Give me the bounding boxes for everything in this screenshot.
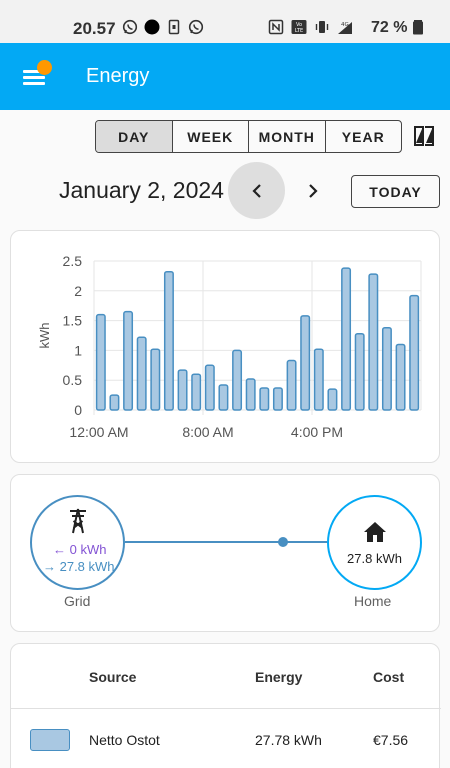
battery-icon [413,20,423,35]
grid-to-home-line [125,541,327,543]
home-node[interactable]: 27.8 kWh [327,495,422,590]
bar-hour-16 [313,348,324,411]
transmission-tower-icon [70,508,86,534]
period-year-button[interactable]: YEAR [326,121,402,152]
grid-label: Grid [64,593,91,609]
chevron-right-icon [309,184,318,198]
grid-import-value: ← 0 kWh [53,542,107,557]
y-tick-label: 1 [74,342,82,358]
bar-hour-12 [259,387,270,411]
y-tick-label: 0.5 [63,372,83,388]
page-title: Energy [86,65,150,87]
y-tick-label: 2.5 [63,253,83,269]
volte-icon: VoLTE [291,20,307,34]
grid-node[interactable]: ← 0 kWh → 27.8 kWh [30,495,125,590]
column-header-cost: Cost [373,669,405,685]
column-header-energy: Energy [255,669,303,685]
bar-hour-13 [272,387,283,411]
status-time: 20.57 [73,19,116,38]
bar-hour-3 [136,336,147,411]
bar-hour-7 [191,373,202,411]
home-consumption-value: 27.8 kWh [347,551,402,566]
whatsapp-icon [122,19,138,35]
nfc-icon [268,19,284,35]
vibrate-icon [315,21,329,33]
x-tick-label: 8:00 AM [182,424,233,440]
column-header-source: Source [89,669,137,685]
record-dot-icon [144,19,160,35]
bar-hour-0 [95,313,106,411]
source-color-swatch [30,729,70,751]
bar-hour-1 [109,394,120,411]
home-label: Home [354,593,392,609]
y-tick-label: 0 [74,402,82,418]
bar-hour-9 [218,384,229,411]
bar-hour-23 [409,294,420,411]
today-button[interactable]: TODAY [351,175,440,208]
bar-hour-4 [150,348,161,411]
notification-icons [122,19,204,35]
bar-hour-10 [232,349,243,411]
bar-hour-22 [395,343,406,411]
next-period-button[interactable] [294,172,332,210]
bar-hour-11 [245,378,256,411]
x-tick-label: 4:00 PM [291,424,343,440]
period-month-button[interactable]: MONTH [249,121,326,152]
chevron-left-icon [251,183,261,198]
bar-hour-8 [204,364,215,411]
svg-text:LTE: LTE [295,28,303,34]
bar-hour-18 [341,267,352,411]
notification-badge [37,60,52,75]
bar-hour-15 [300,315,311,411]
menu-button[interactable] [19,60,52,90]
previous-period-button[interactable] [228,162,285,219]
energy-flow-card: ← 0 kWh → 27.8 kWh Grid 27.8 kWh Home [10,474,440,632]
y-tick-label: 1.5 [63,313,83,329]
grid-export-value: → 27.8 kWh [43,559,115,574]
date-label: January 2, 2024 [59,177,224,203]
svg-text:4G: 4G [341,22,349,28]
whatsapp-icon [188,19,204,35]
system-icons: Vo LTE 4G [268,19,423,35]
y-tick-label: 2 [74,283,82,299]
compare-icon[interactable] [412,124,436,148]
x-tick-label: 12:00 AM [69,424,128,440]
sim-icon [168,19,180,35]
bar-hour-14 [286,359,297,411]
period-day-button[interactable]: DAY [96,121,173,152]
source-energy: 27.78 kWh [255,732,322,748]
y-axis-label: kWh [37,323,52,349]
bar-hour-21 [381,327,392,411]
bar-hour-5 [163,270,174,411]
period-week-button[interactable]: WEEK [173,121,249,152]
flow-dot [278,537,288,547]
bar-hour-17 [327,388,338,411]
energy-usage-chart: 0 0.5 1 1.5 2 2.5 kWh 12:00 AM 8:00 AM 4:00 PM [37,253,422,440]
energy-usage-chart-card: 0 0.5 1 1.5 2 2.5 kWh 12:00 AM 8:00 AM 4:00 PM [10,230,440,463]
bar-hour-20 [368,273,379,411]
bar-hour-19 [354,332,365,411]
bar-hour-2 [123,310,134,411]
energy-sources-table: Source Energy Cost Netto Ostot 27.78 kWh… [10,643,441,768]
source-cost: €7.56 [373,732,409,748]
source-name: Netto Ostot [89,732,160,748]
bar-hour-6 [177,369,188,411]
period-selector: DAY WEEK MONTH YEAR [95,120,402,153]
table-divider [11,708,441,709]
battery-percent: 72 % [371,19,408,36]
home-icon [364,522,386,542]
4g-signal-icon: 4G [338,22,352,34]
status-bar: 20.57 Vo LTE 4G 72 % [0,0,450,43]
app-bar: Energy [0,43,450,110]
